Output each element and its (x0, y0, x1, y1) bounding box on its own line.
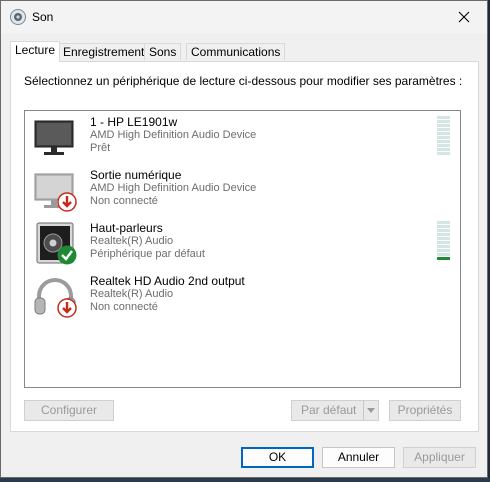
disconnected-arrow-icon (57, 298, 77, 318)
device-name: 1 - HP LE1901w (90, 115, 178, 129)
device-driver: AMD High Definition Audio Device (90, 182, 257, 194)
tab-communications[interactable]: Communications (186, 43, 286, 60)
apply-button[interactable]: Appliquer (403, 447, 476, 468)
device-status: Non connecté (90, 301, 158, 313)
device-item[interactable]: Sortie numérique AMD High Definition Aud… (25, 166, 460, 218)
set-default-label: Par défaut (301, 403, 357, 417)
tab-lecture[interactable]: Lecture (10, 41, 61, 62)
level-meter (437, 116, 450, 156)
close-button[interactable] (441, 1, 487, 33)
cancel-button[interactable]: Annuler (322, 447, 395, 468)
instruction-text: Sélectionnez un périphérique de lecture … (24, 74, 463, 88)
tab-panel: Sélectionnez un périphérique de lecture … (10, 61, 479, 432)
disconnected-arrow-icon (57, 192, 77, 212)
device-item[interactable]: 1 - HP LE1901w AMD High Definition Audio… (25, 113, 460, 165)
ok-button[interactable]: OK (241, 447, 314, 468)
configure-button[interactable]: Configurer (24, 400, 114, 421)
device-driver: Realtek(R) Audio (90, 235, 174, 247)
chevron-down-icon (367, 408, 375, 413)
close-icon (458, 11, 470, 23)
default-check-icon (57, 245, 77, 265)
level-meter (437, 221, 450, 261)
device-name: Sortie numérique (90, 168, 182, 182)
device-item[interactable]: Haut-parleurs Realtek(R) Audio Périphéri… (25, 219, 460, 271)
device-name: Realtek HD Audio 2nd output (90, 274, 245, 288)
title-bar[interactable]: Son (1, 1, 487, 33)
tab-enregistrement[interactable]: Enregistrement (58, 43, 150, 60)
speaker-app-icon (10, 9, 26, 25)
device-status: Périphérique par défaut (90, 248, 205, 260)
set-default-button[interactable]: Par défaut (291, 400, 379, 421)
device-list[interactable]: 1 - HP LE1901w AMD High Definition Audio… (24, 110, 461, 388)
monitor-icon (34, 120, 74, 155)
tab-sons[interactable]: Sons (144, 43, 182, 60)
set-default-dropdown[interactable] (363, 401, 378, 420)
device-status: Prêt (90, 142, 111, 154)
device-driver: Realtek(R) Audio (90, 288, 174, 300)
device-status: Non connecté (90, 195, 158, 207)
device-name: Haut-parleurs (90, 221, 163, 235)
device-item[interactable]: Realtek HD Audio 2nd output Realtek(R) A… (25, 272, 460, 324)
window-title: Son (32, 10, 54, 24)
taskbar-strip (0, 478, 490, 482)
properties-button[interactable]: Propriétés (389, 400, 461, 421)
sound-dialog: Son Lecture Enregistrement Sons Communic… (0, 0, 488, 478)
device-driver: AMD High Definition Audio Device (90, 129, 257, 141)
